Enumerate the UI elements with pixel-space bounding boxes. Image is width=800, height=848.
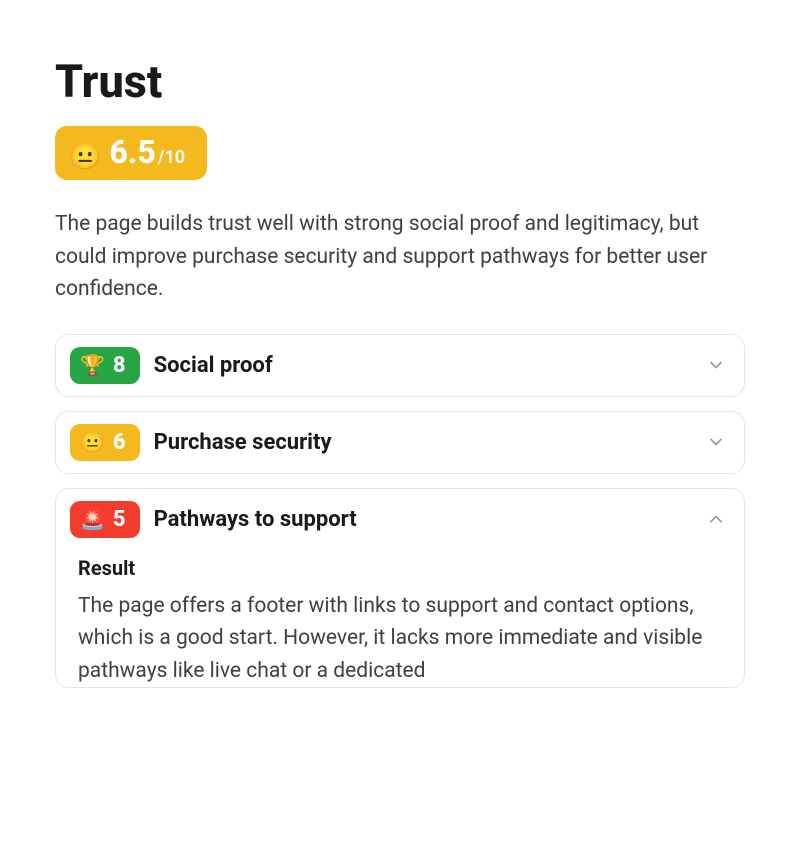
overall-score-value: 6.5 — [109, 136, 155, 168]
criterion-header[interactable]: 🚨 5 Pathways to support — [56, 489, 744, 550]
criterion-header[interactable]: 🏆 8 Social proof — [56, 335, 744, 396]
page-title: Trust — [55, 55, 745, 108]
criterion-header[interactable]: 😐 6 Purchase security — [56, 412, 744, 473]
score-value: 6 — [113, 430, 126, 455]
result-heading: Result — [78, 556, 722, 580]
overall-score-badge: 😐 6.5 /10 — [55, 126, 207, 180]
rotating-light-icon: 🚨 — [80, 507, 105, 531]
score-value: 8 — [113, 353, 126, 378]
criterion-body: Result The page offers a footer with lin… — [56, 550, 744, 688]
score-chip: 🏆 8 — [70, 347, 140, 384]
criterion-label: Social proof — [154, 353, 706, 378]
neutral-face-icon: 😐 — [69, 142, 101, 172]
chevron-up-icon — [706, 509, 726, 529]
criterion-label: Pathways to support — [154, 507, 706, 532]
overall-score-max: /10 — [158, 147, 185, 168]
criterion-purchase-security: 😐 6 Purchase security — [55, 411, 745, 474]
chevron-down-icon — [706, 432, 726, 452]
result-text: The page offers a footer with links to s… — [78, 590, 722, 688]
criterion-label: Purchase security — [154, 430, 706, 455]
score-chip: 🚨 5 — [70, 501, 140, 538]
neutral-face-icon: 😐 — [80, 430, 105, 454]
score-value: 5 — [113, 507, 126, 532]
criterion-pathways-to-support: 🚨 5 Pathways to support Result The page … — [55, 488, 745, 689]
chevron-down-icon — [706, 355, 726, 375]
trophy-icon: 🏆 — [80, 353, 105, 377]
score-chip: 😐 6 — [70, 424, 140, 461]
criterion-social-proof: 🏆 8 Social proof — [55, 334, 745, 397]
trust-description: The page builds trust well with strong s… — [55, 208, 745, 306]
